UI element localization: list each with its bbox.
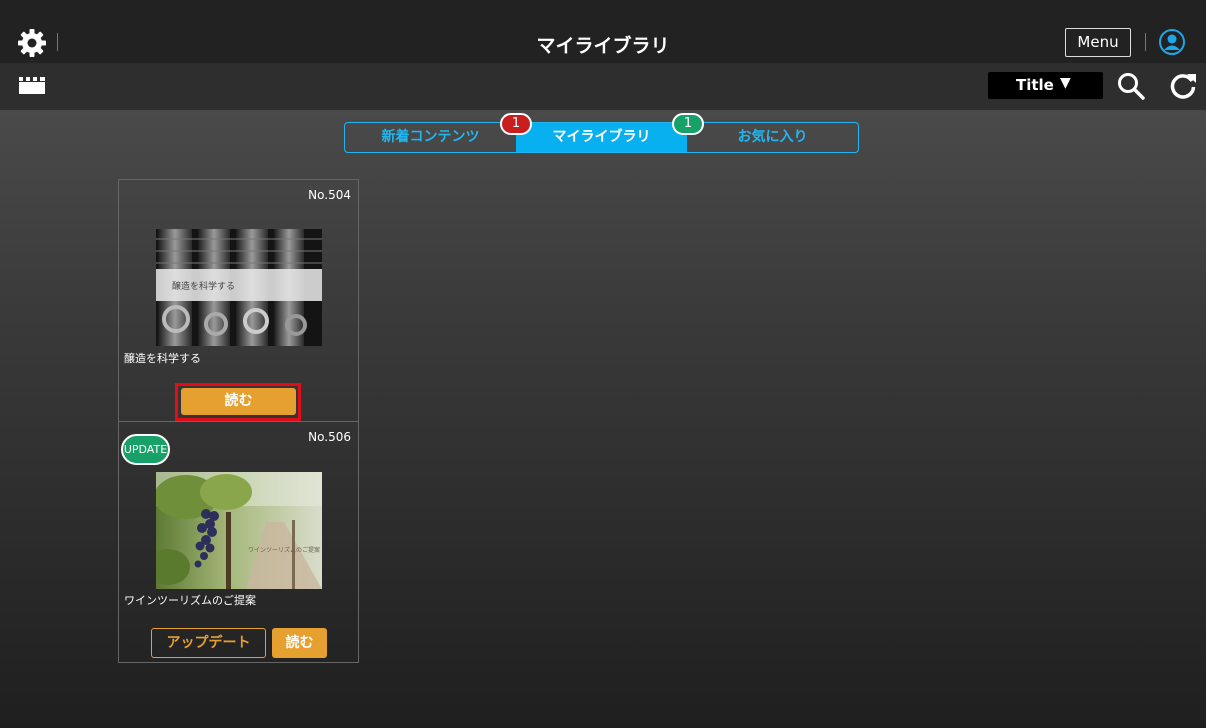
menu-button[interactable]: Menu	[1065, 28, 1131, 57]
tab-new-contents[interactable]: 新着コンテンツ	[345, 123, 516, 152]
content-title: ワインツーリズムのご提案	[124, 594, 256, 607]
content-tabs: 新着コンテンツ マイライブラリ お気に入り	[344, 122, 859, 153]
content-title: 醸造を科学する	[124, 352, 201, 365]
refresh-icon[interactable]	[1168, 70, 1198, 100]
search-icon[interactable]	[1116, 71, 1146, 101]
new-count-badge: 1	[500, 113, 532, 135]
update-badge: UPDATE	[121, 434, 170, 465]
divider	[1145, 33, 1146, 51]
thumbnail-caption: ワインツーリズムのご提案	[248, 546, 320, 554]
chevron-down-icon: ▼	[1060, 75, 1071, 91]
user-icon[interactable]	[1159, 29, 1185, 55]
clapperboard-icon[interactable]	[19, 77, 45, 94]
tab-my-library[interactable]: マイライブラリ	[516, 123, 687, 152]
update-button[interactable]: アップデート	[151, 628, 266, 658]
brewery-thumbnail-image: 醸造を科学する	[156, 229, 322, 346]
favorite-count-badge: 1	[672, 113, 704, 135]
page-title: マイライブラリ	[536, 35, 670, 57]
read-button-highlight	[175, 383, 301, 421]
content-thumbnail[interactable]: ワインツーリズムのご提案	[156, 472, 322, 589]
content-card: UPDATE No.506 ワインツーリズムのご提案 ワインツーリズムのご提案 …	[118, 421, 359, 663]
read-button[interactable]: 読む	[272, 628, 327, 658]
tab-favorites[interactable]: お気に入り	[687, 123, 858, 152]
content-thumbnail[interactable]: 醸造を科学する	[156, 229, 322, 346]
content-number: No.506	[308, 430, 351, 444]
thumbnail-caption: 醸造を科学する	[172, 280, 235, 292]
sort-dropdown[interactable]: Title ▼	[988, 72, 1103, 99]
sort-label: Title	[1016, 76, 1054, 94]
content-number: No.504	[308, 188, 351, 202]
vineyard-thumbnail-image: ワインツーリズムのご提案	[156, 472, 322, 589]
